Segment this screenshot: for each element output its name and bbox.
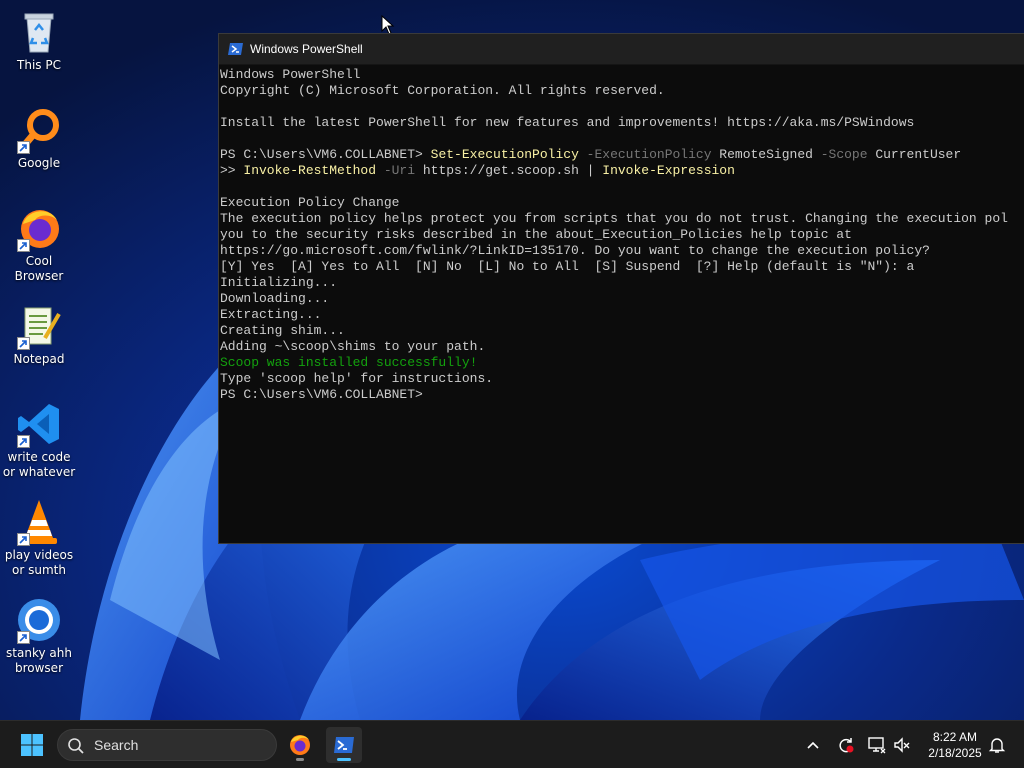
desktop-icon-chrome[interactable]: stanky ahh browser: [0, 596, 78, 676]
desktop-icon-label: This PC: [17, 58, 61, 72]
console-line: Downloading...: [220, 291, 330, 306]
console-argument: https://get.scoop.sh |: [415, 163, 603, 178]
app-active-indicator: [337, 758, 351, 761]
clock-time: 8:22 AM: [932, 730, 978, 744]
console-command-line: PS C:\Users\VM6.COLLABNET> Set-Execution…: [220, 147, 1024, 163]
desktop-icon-label: Cool Browser: [14, 254, 64, 283]
taskbar-app-firefox[interactable]: [282, 727, 318, 763]
console-command-line: >> Invoke-RestMethod -Uri https://get.sc…: [220, 163, 1024, 179]
chevron-up-icon[interactable]: [803, 735, 823, 755]
console-line: Initializing...: [220, 275, 338, 290]
console-argument: RemoteSigned: [711, 147, 813, 162]
console-line: Windows PowerShell: [220, 67, 361, 82]
shortcut-arrow-icon: [17, 337, 30, 350]
recycle-bin-icon: [24, 13, 54, 53]
console-line: Execution Policy Change: [220, 195, 400, 210]
search-placeholder: Search: [94, 737, 139, 753]
console-prompt: PS C:\Users\VM6.COLLABNET>: [220, 147, 431, 162]
desktop-icon-label: Google: [17, 156, 61, 170]
start-button[interactable]: [14, 727, 50, 763]
console-line: Adding ~\scoop\shims to your path.: [220, 339, 486, 354]
shortcut-arrow-icon: [17, 533, 30, 546]
desktop-icon-cool-browser[interactable]: Cool Browser: [0, 204, 78, 284]
shortcut-arrow-icon: [17, 141, 30, 154]
console-parameter: -Uri: [376, 163, 416, 178]
update-sync-icon[interactable]: [836, 735, 856, 755]
desktop-icon-label: stanky ahh browser: [6, 646, 72, 675]
shortcut-arrow-icon: [17, 631, 30, 644]
taskbar-clock[interactable]: 8:22 AM 2/18/2025: [920, 729, 990, 761]
console-cmdlet: Invoke-RestMethod: [243, 163, 377, 178]
search-icon: [68, 738, 84, 754]
taskbar-search-box[interactable]: Search: [57, 729, 277, 761]
powershell-window[interactable]: Windows PowerShell Windows PowerShell Cop…: [218, 33, 1024, 544]
desktop-icon-google[interactable]: Google: [0, 106, 78, 171]
console-success-line: Scoop was installed successfully!: [220, 355, 478, 370]
windows-logo-icon: [21, 734, 43, 756]
console-line: Type 'scoop help' for instructions.: [220, 371, 494, 386]
mouse-cursor-icon: [381, 15, 395, 35]
notification-bell-icon[interactable]: [987, 735, 1007, 755]
console-line: Extracting...: [220, 307, 322, 322]
taskbar-app-powershell[interactable]: [326, 727, 362, 763]
console-parameter: -Scope: [812, 147, 868, 162]
shortcut-arrow-icon: [17, 435, 30, 448]
desktop-icon-vlc[interactable]: play videos or sumth: [0, 498, 78, 578]
console-prompt-line[interactable]: PS C:\Users\VM6.COLLABNET>: [220, 387, 1024, 403]
console-line: The execution policy helps protect you f…: [220, 211, 1008, 226]
clock-date: 2/18/2025: [928, 746, 982, 760]
powershell-icon: [228, 43, 243, 55]
console-line: Install the latest PowerShell for new fe…: [220, 115, 915, 130]
volume-muted-icon[interactable]: [892, 735, 912, 755]
console-cmdlet: Set-ExecutionPolicy: [430, 147, 579, 162]
console-output[interactable]: Windows PowerShell Copyright (C) Microsof…: [219, 65, 1024, 537]
window-title: Windows PowerShell: [250, 42, 363, 56]
console-cmdlet: Invoke-Expression: [602, 163, 735, 178]
console-line: you to the security risks described in t…: [220, 227, 852, 242]
app-running-indicator: [296, 758, 304, 761]
network-icon[interactable]: [867, 735, 887, 755]
desktop-icon-label: play videos or sumth: [4, 548, 74, 577]
console-line: https://go.microsoft.com/fwlink/?LinkID=…: [220, 243, 930, 258]
desktop-icon-notepad[interactable]: Notepad: [0, 302, 78, 367]
console-line: Copyright (C) Microsoft Corporation. All…: [220, 83, 665, 98]
console-parameter: -ExecutionPolicy: [578, 147, 712, 162]
window-titlebar[interactable]: Windows PowerShell: [219, 34, 1024, 65]
desktop-icon-label: Notepad: [13, 352, 65, 366]
shortcut-arrow-icon: [17, 239, 30, 252]
desktop-icon-vscode[interactable]: write code or whatever: [0, 400, 78, 480]
console-argument: CurrentUser: [867, 147, 962, 162]
console-line: [Y] Yes [A] Yes to All [N] No [L] No to …: [220, 259, 915, 274]
console-continuation: >>: [220, 163, 244, 178]
console-line: Creating shim...: [220, 323, 345, 338]
desktop-icon-label: write code or whatever: [2, 450, 76, 479]
desktop-icon-this-pc[interactable]: This PC: [0, 8, 78, 73]
taskbar: Search 8:22 AM 2/18/2025: [0, 720, 1024, 768]
